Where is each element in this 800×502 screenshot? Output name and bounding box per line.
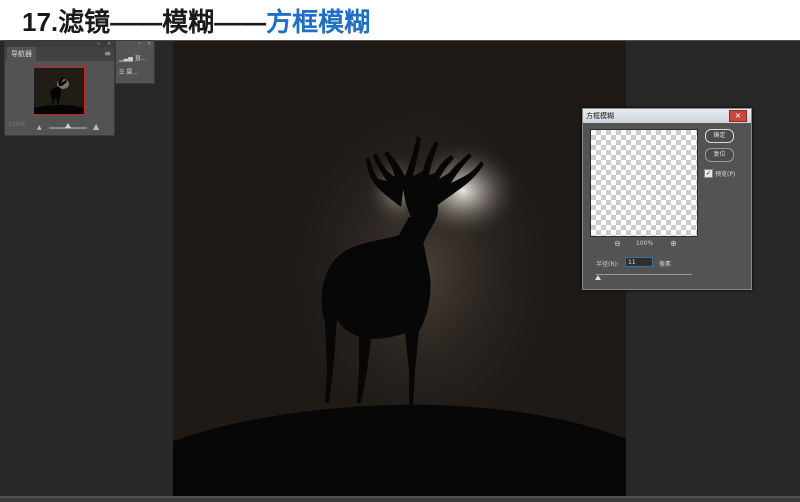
close-icon[interactable]: × <box>147 42 151 47</box>
radius-label: 半径(R): <box>596 261 619 268</box>
zoom-out-icon[interactable]: ⊖ <box>614 239 621 248</box>
preview-checkbox-label: 预览(P) <box>715 171 736 178</box>
title-prefix: 17.滤镜——模糊—— <box>22 7 267 37</box>
properties-label: 属... <box>126 69 139 76</box>
thumbnail-deer-image <box>34 77 84 114</box>
preview-checkbox[interactable]: ✓ <box>704 169 713 178</box>
document-canvas[interactable] <box>173 41 626 496</box>
radius-row: 半径(R): 11 像素 <box>596 257 736 269</box>
properties-panel-button[interactable]: ☰ 属... <box>119 67 138 78</box>
properties-icon: ☰ <box>119 69 125 76</box>
page-header: 17.滤镜——模糊——方框模糊 <box>0 0 800 40</box>
histogram-label: 直... <box>134 55 147 62</box>
deer-image <box>173 41 626 496</box>
zoom-in-mountain-icon[interactable]: ▲ <box>93 122 99 131</box>
page-title: 17.滤镜——模糊——方框模糊 <box>22 2 370 39</box>
zoom-in-icon[interactable]: ⊕ <box>670 239 677 248</box>
dialog-title-bar[interactable]: 方框模糊 × <box>583 109 751 123</box>
panel-menu-icon[interactable]: ≡ <box>104 48 111 59</box>
navigator-zoom-bar: 100% ▲ ▲ <box>5 119 114 133</box>
navigator-thumbnail[interactable] <box>33 67 85 115</box>
collapsed-panel-dock: » × ▁▃▅ 直... ☰ 属... <box>115 40 155 84</box>
filter-preview[interactable] <box>590 129 698 237</box>
preview-zoom-row: ⊖ 100% ⊕ <box>590 239 696 249</box>
tab-navigator[interactable]: 导航器 <box>7 47 36 61</box>
radius-slider-knob[interactable] <box>594 275 601 280</box>
reset-button[interactable]: 复位 <box>705 148 734 162</box>
navigator-zoom-value[interactable]: 100% <box>8 121 25 128</box>
title-highlight: 方框模糊 <box>266 7 371 37</box>
histogram-icon: ▁▃▅ <box>119 55 133 62</box>
navigator-slider-knob[interactable] <box>65 123 71 128</box>
dialog-title: 方框模糊 <box>586 112 614 120</box>
dialog-close-button[interactable]: × <box>729 110 747 122</box>
radius-input[interactable]: 11 <box>625 257 653 267</box>
ok-button[interactable]: 确定 <box>705 129 734 143</box>
navigator-tab-row: 导航器 ≡ <box>5 47 114 61</box>
navigator-panel: » × 导航器 ≡ 100% ▲ ▲ <box>4 40 115 136</box>
radius-unit: 像素 <box>659 261 672 268</box>
box-blur-dialog: 方框模糊 × ⊖ 100% ⊕ 确定 复位 ✓ 预览(P) 半径(R): 11 … <box>582 108 752 290</box>
zoom-out-mountain-icon[interactable]: ▲ <box>37 124 42 131</box>
workspace-bottom-edge <box>0 498 800 502</box>
radius-slider-track[interactable] <box>596 274 692 275</box>
collapse-icon[interactable]: » <box>138 42 141 47</box>
histogram-panel-button[interactable]: ▁▃▅ 直... <box>119 53 147 64</box>
preview-zoom-level: 100% <box>636 240 654 247</box>
